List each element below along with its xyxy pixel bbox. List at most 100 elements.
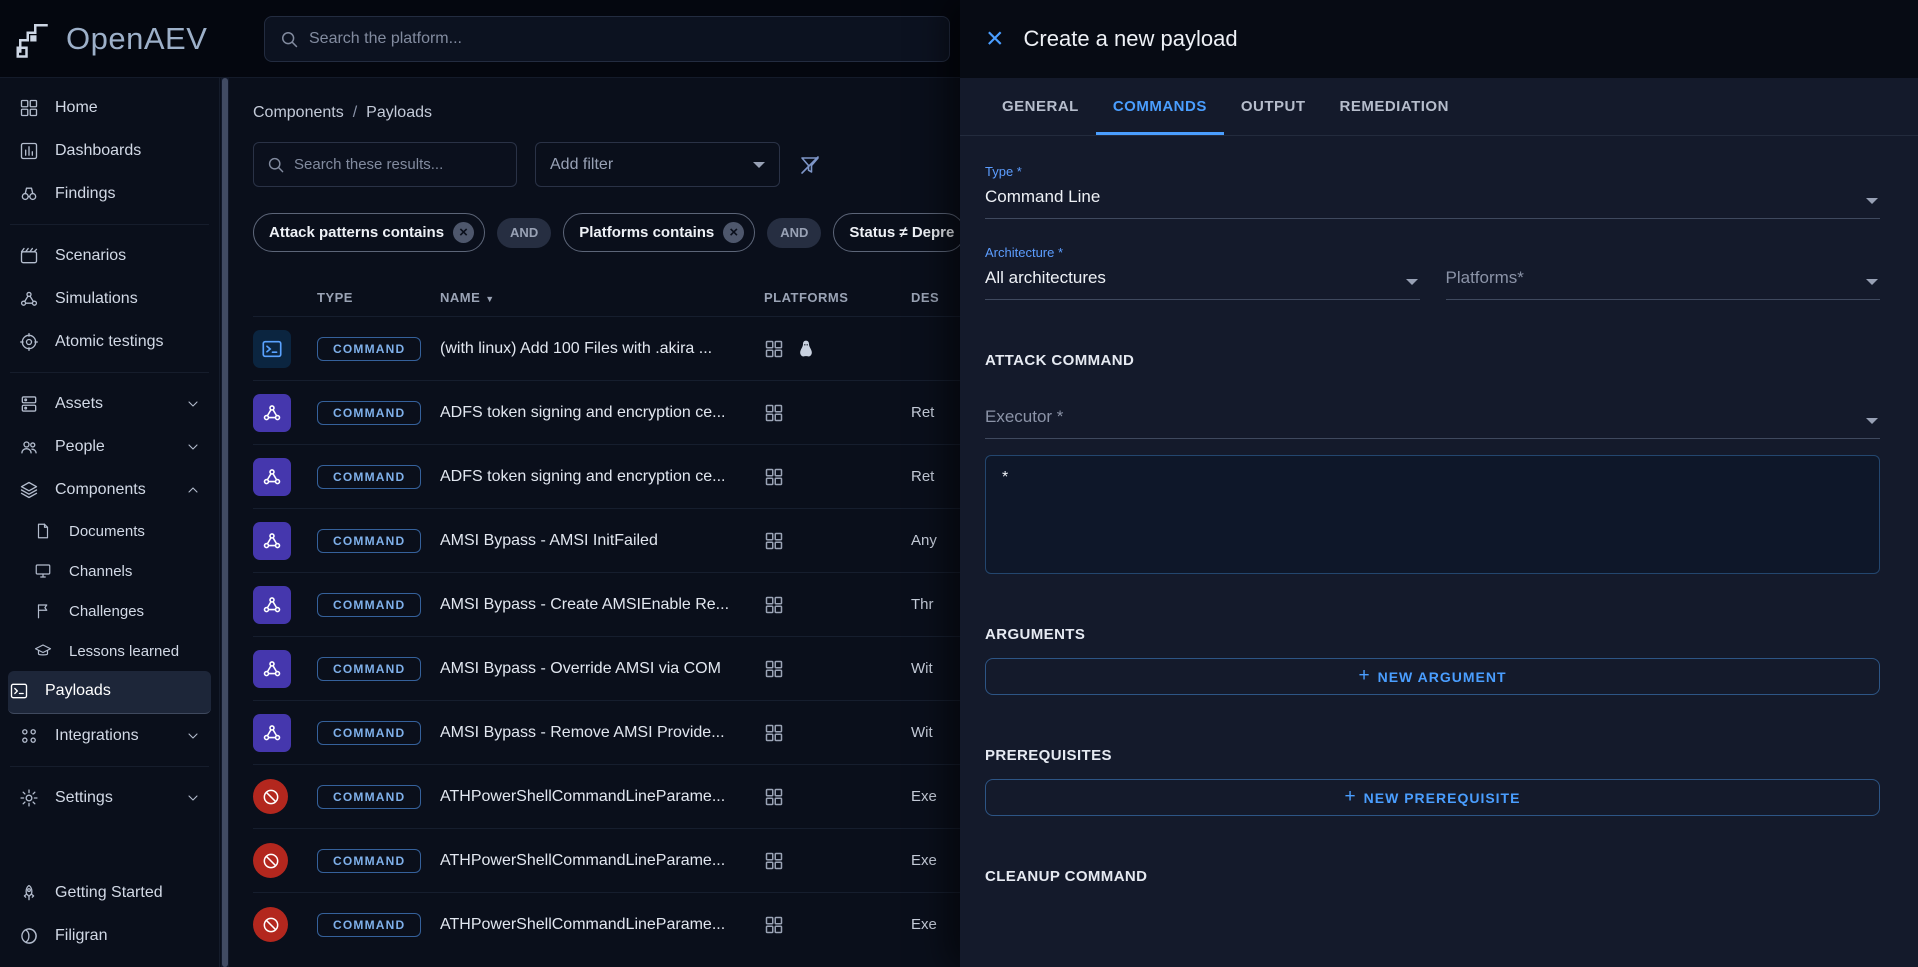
- close-icon[interactable]: ×: [986, 24, 1004, 54]
- sidebar-item-channels[interactable]: Channels: [8, 551, 211, 591]
- payload-name: ATHPowerShellCommandLineParame...: [440, 788, 764, 806]
- components-layers-icon: [18, 479, 40, 501]
- filter-operator-chip[interactable]: AND: [497, 218, 551, 248]
- sort-desc-icon: ▼: [485, 294, 494, 304]
- new-argument-button[interactable]: + NEW ARGUMENT: [985, 658, 1880, 695]
- filter-chip-status[interactable]: Status ≠ Depre: [833, 213, 965, 252]
- network-payload-icon: [253, 522, 291, 560]
- sidebar-item-integrations[interactable]: Integrations: [8, 714, 211, 757]
- sidebar-item-scenarios[interactable]: Scenarios: [8, 234, 211, 277]
- filter-chip-label: Platforms contains: [579, 224, 714, 241]
- findings-binoculars-icon: [18, 183, 40, 205]
- payload-type-badge: COMMAND: [317, 593, 421, 617]
- filter-chip-attack-patterns[interactable]: Attack patterns contains ×: [253, 213, 485, 252]
- platforms-select[interactable]: Platforms*: [1446, 260, 1881, 300]
- network-payload-icon: [253, 586, 291, 624]
- platforms-placeholder: Platforms*: [1446, 268, 1524, 287]
- sidebar-item-people[interactable]: People: [8, 425, 211, 468]
- remove-filter-icon[interactable]: ×: [453, 222, 474, 243]
- architecture-value: All architectures: [985, 268, 1106, 287]
- sidebar-item-assets[interactable]: Assets: [8, 382, 211, 425]
- blocked-payload-icon: [253, 779, 288, 814]
- challenges-flag-icon: [32, 600, 54, 622]
- application-window: OpenAEV Home Dashboards Findings Scenari…: [0, 0, 1918, 967]
- tab-commands[interactable]: COMMANDS: [1096, 78, 1224, 135]
- sidebar-item-home[interactable]: Home: [8, 86, 211, 129]
- all-systems-icon: [764, 339, 784, 359]
- results-search-input[interactable]: [294, 156, 504, 173]
- tab-remediation[interactable]: REMEDIATION: [1323, 78, 1466, 135]
- all-systems-icon: [764, 659, 784, 679]
- global-search-input[interactable]: [309, 30, 935, 48]
- remove-filter-icon[interactable]: ×: [723, 222, 744, 243]
- payloads-terminal-icon: [8, 680, 30, 702]
- scrollbar-track: [221, 78, 229, 967]
- sidebar-item-simulations[interactable]: Simulations: [8, 277, 211, 320]
- atomic-target-icon: [18, 331, 40, 353]
- new-prerequisite-button[interactable]: + NEW PREREQUISITE: [985, 779, 1880, 816]
- breadcrumb-payloads: Payloads: [366, 104, 432, 122]
- chevron-down-icon: [753, 162, 765, 168]
- architecture-platforms-row: Architecture * All architectures Platfor…: [985, 245, 1880, 300]
- sidebar-item-challenges[interactable]: Challenges: [8, 591, 211, 631]
- scenarios-movie-icon: [18, 245, 40, 267]
- sidebar-item-atomic-testings[interactable]: Atomic testings: [8, 320, 211, 363]
- sidebar-spacer: [8, 819, 211, 871]
- network-payload-icon: [253, 714, 291, 752]
- sidebar-item-dashboards[interactable]: Dashboards: [8, 129, 211, 172]
- sidebar-item-label: Integrations: [55, 727, 139, 745]
- search-icon: [266, 155, 285, 174]
- payload-type-badge: COMMAND: [317, 529, 421, 553]
- integrations-apps-icon: [18, 725, 40, 747]
- architecture-select[interactable]: All architectures: [985, 260, 1420, 300]
- tab-output[interactable]: OUTPUT: [1224, 78, 1323, 135]
- chevron-down-icon: [185, 790, 201, 806]
- sidebar-item-label: People: [55, 438, 105, 456]
- sidebar-item-label: Channels: [69, 563, 132, 580]
- sidebar-item-filigran[interactable]: Filigran: [8, 914, 211, 957]
- sidebar-item-documents[interactable]: Documents: [8, 511, 211, 551]
- tab-general[interactable]: GENERAL: [985, 78, 1096, 135]
- prerequisites-heading: PREREQUISITES: [985, 747, 1880, 764]
- sidebar-item-getting-started[interactable]: Getting Started: [8, 871, 211, 914]
- type-select[interactable]: Command Line: [985, 179, 1880, 219]
- app-logo[interactable]: OpenAEV: [0, 19, 232, 59]
- payload-type-badge: COMMAND: [317, 849, 421, 873]
- blocked-payload-icon: [253, 843, 288, 878]
- header-name[interactable]: NAME▼: [440, 290, 764, 305]
- sidebar-item-lessons-learned[interactable]: Lessons learned: [8, 631, 211, 671]
- executor-select[interactable]: Executor *: [985, 399, 1880, 439]
- sidebar-item-label: Dashboards: [55, 142, 141, 160]
- sidebar-divider: [10, 372, 209, 373]
- channels-monitor-icon: [32, 560, 54, 582]
- chevron-down-icon: [185, 728, 201, 744]
- filter-chip-platforms[interactable]: Platforms contains ×: [563, 213, 755, 252]
- sidebar-item-payloads[interactable]: Payloads: [8, 671, 211, 714]
- clear-filters-button[interactable]: [798, 153, 822, 177]
- sidebar-divider: [10, 766, 209, 767]
- add-filter-label: Add filter: [550, 156, 613, 174]
- scrollbar-thumb[interactable]: [222, 78, 228, 967]
- breadcrumb-components[interactable]: Components: [253, 104, 344, 122]
- architecture-label: Architecture *: [985, 245, 1420, 260]
- network-payload-icon: [253, 650, 291, 688]
- sidebar-item-label: Findings: [55, 185, 115, 203]
- header-type: TYPE: [317, 290, 440, 305]
- chevron-down-icon: [1866, 279, 1878, 285]
- payload-name: AMSI Bypass - Remove AMSI Provide...: [440, 724, 764, 742]
- sidebar-item-label: Challenges: [69, 603, 144, 620]
- sidebar-item-settings[interactable]: Settings: [8, 776, 211, 819]
- add-filter-select[interactable]: Add filter: [535, 142, 780, 187]
- sidebar-item-components[interactable]: Components: [8, 468, 211, 511]
- attack-command-editor[interactable]: *: [985, 455, 1880, 574]
- plus-icon: +: [1358, 665, 1370, 687]
- all-systems-icon: [764, 467, 784, 487]
- filter-operator-chip[interactable]: AND: [767, 218, 821, 248]
- drawer-tabs: GENERAL COMMANDS OUTPUT REMEDIATION: [960, 78, 1918, 136]
- executor-placeholder: Executor *: [985, 407, 1063, 426]
- sidebar-item-label: Settings: [55, 789, 113, 807]
- payload-name: AMSI Bypass - AMSI InitFailed: [440, 532, 764, 550]
- cleanup-command-heading: CLEANUP COMMAND: [985, 868, 1880, 885]
- plus-icon: +: [1345, 786, 1357, 808]
- sidebar-item-findings[interactable]: Findings: [8, 172, 211, 215]
